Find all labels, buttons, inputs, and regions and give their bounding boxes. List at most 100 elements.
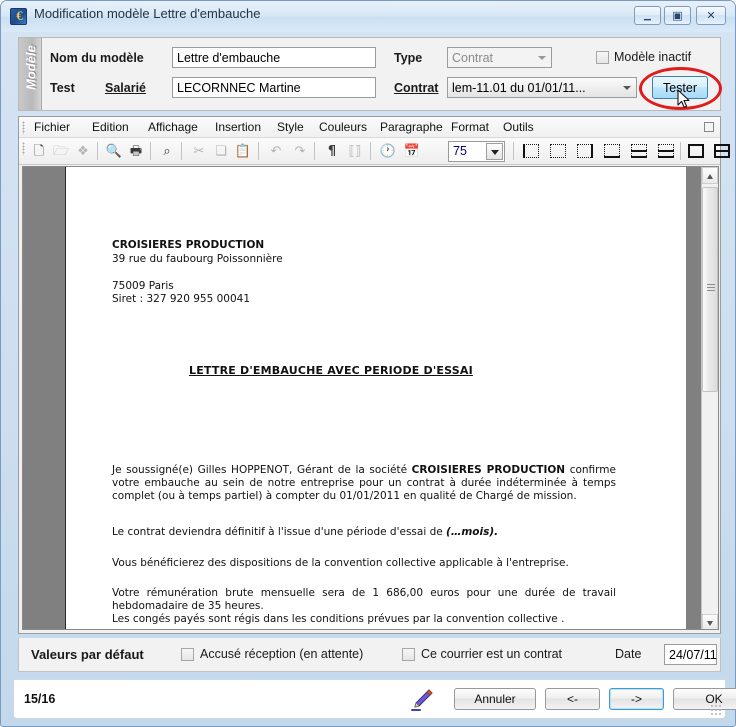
doc-paragraph-1-company: CROISIERES PRODUCTION — [411, 464, 566, 476]
scrollbar-thumb[interactable] — [702, 187, 718, 392]
menu-affichage[interactable]: Affichage — [147, 120, 199, 134]
status-bar: 15/16 Annuler <- -> OK — [13, 679, 736, 719]
zoom-search-icon[interactable]: ⌕ — [157, 142, 177, 161]
menu-format[interactable]: Format — [450, 120, 490, 134]
scrollbar-grip-icon — [707, 284, 715, 291]
date-input[interactable]: 24/07/11 — [664, 644, 717, 665]
menu-outils[interactable]: Outils — [502, 120, 535, 134]
border-left-icon[interactable] — [523, 144, 539, 158]
document-viewport[interactable]: CROISIERES PRODUCTION 39 rue du faubourg… — [22, 166, 719, 630]
doc-heading: LETTRE D'EMBAUCHE AVEC PERIODE D'ESSAI — [189, 364, 473, 377]
zoom-level-value: 75 — [453, 144, 467, 158]
toolbar-grip[interactable] — [22, 142, 25, 155]
doc-paragraph-5: Les congés payés sont régis dans les con… — [112, 613, 565, 625]
page-counter: 15/16 — [24, 692, 56, 706]
border-right-icon[interactable] — [577, 144, 593, 158]
redo-icon[interactable]: ↷ — [290, 142, 310, 161]
tab-modele[interactable]: Modèle — [19, 38, 42, 110]
next-button[interactable]: -> — [609, 688, 664, 710]
cancel-button[interactable]: Annuler — [454, 688, 536, 710]
menubar-expand-icon[interactable] — [704, 122, 714, 132]
menu-style[interactable]: Style — [276, 120, 305, 134]
model-name-input[interactable]: Lettre d'embauche — [172, 47, 376, 68]
minimize-button[interactable]: ▁ — [634, 6, 661, 25]
is-contract-checkbox[interactable] — [402, 648, 415, 661]
ack-receipt-label: Accusé réception (en attente) — [200, 647, 364, 661]
toolbar-separator — [314, 142, 315, 160]
undo-icon[interactable]: ↶ — [266, 142, 286, 161]
salarie-link[interactable]: Salarié — [105, 81, 146, 95]
zoom-dropdown-button[interactable] — [486, 143, 503, 160]
contrat-link[interactable]: Contrat — [394, 81, 438, 95]
maximize-button[interactable]: ▣ — [664, 6, 691, 25]
doc-company-name: CROISIERES PRODUCTION — [112, 239, 265, 251]
border-none-icon[interactable] — [550, 144, 566, 158]
menubar-grip[interactable] — [22, 121, 25, 134]
new-document-icon[interactable]: 🗋 — [29, 142, 49, 161]
zoom-level-select[interactable]: 75 — [448, 141, 505, 162]
pen-signature-icon[interactable] — [409, 687, 435, 713]
border-split-bottom-icon[interactable] — [658, 144, 674, 158]
document-page[interactable]: CROISIERES PRODUCTION 39 rue du faubourg… — [65, 167, 686, 629]
employee-input[interactable]: LECORNNEC Martine — [172, 77, 376, 98]
toolbar-separator — [680, 142, 681, 160]
default-values-label: Valeurs par défaut — [31, 647, 144, 662]
previous-button[interactable]: <- — [545, 688, 600, 710]
ok-button[interactable]: OK — [673, 688, 736, 710]
type-label: Type — [394, 51, 423, 65]
scroll-up-button[interactable] — [702, 167, 718, 184]
doc-address-line2: 75009 Paris — [112, 280, 174, 292]
cut-icon[interactable]: ✂ — [189, 142, 209, 161]
application-window: € Modification modèle Lettre d'embauche … — [0, 0, 736, 727]
border-full-icon[interactable] — [688, 144, 704, 158]
document-editor: Fichier Edition Affichage Insertion Styl… — [18, 116, 730, 634]
menu-fichier[interactable]: Fichier — [33, 120, 71, 134]
doc-siret: Siret : 327 920 955 00041 — [112, 293, 250, 305]
special-chars-icon[interactable]: ⟦⟧ — [345, 142, 365, 161]
editor-toolbar: 🗋 🗁 ❖ 🔍 🖶 ⌕ ✂ ❏ 📋 ↶ ↷ ¶ ⟦⟧ 🕐 📅 75 — [19, 138, 730, 165]
close-button[interactable]: ✕ — [696, 6, 726, 25]
calendar-icon[interactable]: 📅 — [402, 142, 422, 161]
copy-icon[interactable]: ❏ — [211, 142, 231, 161]
model-panel: Modèle Nom du modèle Lettre d'embauche T… — [18, 37, 721, 111]
window-title: Modification modèle Lettre d'embauche — [34, 6, 261, 21]
cancel-button-label: Annuler — [474, 692, 516, 706]
chevron-down-icon — [538, 56, 546, 60]
paste-icon[interactable]: 📋 — [233, 142, 253, 161]
tab-modele-label: Modèle — [23, 45, 39, 90]
resize-grip[interactable] — [710, 704, 722, 716]
border-split-top-icon[interactable] — [631, 144, 647, 158]
menu-couleurs[interactable]: Couleurs — [318, 120, 368, 134]
open-folder-icon[interactable]: 🗁 — [51, 142, 71, 161]
document-vertical-scrollbar[interactable] — [701, 167, 718, 629]
contract-select[interactable]: lem-11.01 du 01/01/11... — [447, 77, 637, 98]
doc-paragraph-3: Vous bénéficierez des dispositions de la… — [112, 557, 569, 569]
toolbar-separator — [181, 142, 182, 160]
chevron-down-icon — [623, 86, 631, 90]
model-inactive-checkbox[interactable] — [596, 51, 609, 64]
toolbar-separator — [97, 142, 98, 160]
close-icon: ✕ — [706, 9, 716, 22]
ack-receipt-checkbox[interactable] — [181, 648, 194, 661]
pilcrow-icon[interactable]: ¶ — [322, 142, 342, 161]
menu-paragraphe[interactable]: Paragraphe — [379, 120, 444, 134]
clock-icon[interactable]: 🕐 — [378, 142, 398, 161]
minimize-icon: ▁ — [644, 11, 651, 21]
next-button-label: -> — [630, 692, 642, 706]
border-bottom-icon[interactable] — [604, 144, 620, 158]
save-icon[interactable]: ❖ — [73, 142, 93, 161]
type-select[interactable]: Contrat — [447, 47, 552, 68]
scroll-down-button[interactable] — [702, 614, 718, 629]
toolbar-separator — [513, 142, 514, 160]
model-name-label: Nom du modèle — [50, 51, 144, 65]
doc-paragraph-1-pre: Je soussigné(e) Gilles HOPPENOT, Gérant … — [112, 464, 412, 476]
print-icon[interactable]: 🖶 — [126, 142, 146, 161]
editor-menubar: Fichier Edition Affichage Insertion Styl… — [19, 117, 720, 138]
default-values-panel: Valeurs par défaut Accusé réception (en … — [18, 638, 721, 672]
is-contract-label: Ce courrier est un contrat — [421, 647, 563, 661]
border-full-split-icon[interactable] — [714, 144, 730, 158]
menu-edition[interactable]: Edition — [91, 120, 130, 134]
print-preview-icon[interactable]: 🔍 — [104, 142, 124, 161]
doc-paragraph-2-pre: Le contrat deviendra définitif à l'issue… — [112, 526, 447, 538]
menu-insertion[interactable]: Insertion — [214, 120, 262, 134]
